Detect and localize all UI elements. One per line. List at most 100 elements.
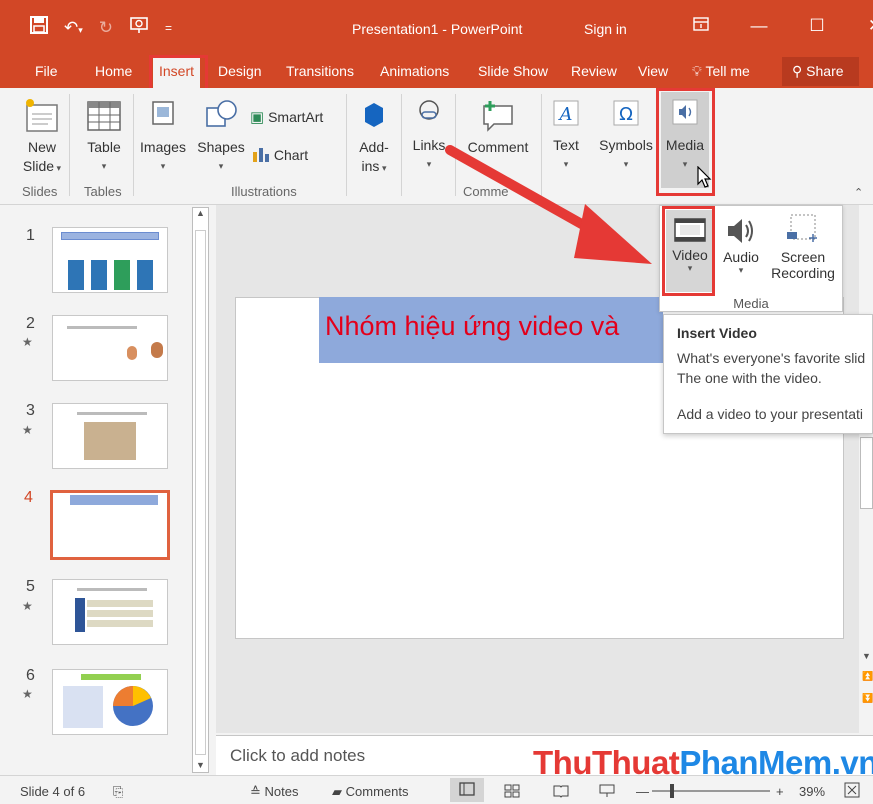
slide-number: 1 xyxy=(26,227,35,244)
zoom-slider-thumb[interactable] xyxy=(670,784,674,798)
minimize-icon[interactable]: — xyxy=(730,16,788,36)
title-bar: ↶▾ ↻ = Presentation1 - PowerPoint Sign i… xyxy=(0,0,873,55)
slide-thumbnail-6[interactable] xyxy=(52,669,168,735)
next-slide-icon[interactable]: ⏬ xyxy=(862,693,873,704)
maximize-icon[interactable]: ☐ xyxy=(788,16,846,36)
close-icon[interactable]: ✕ xyxy=(846,16,873,36)
scroll-up-icon[interactable]: ▲ xyxy=(193,208,208,218)
spell-check-icon[interactable]: ⎘ xyxy=(113,784,123,800)
chart-label: Chart xyxy=(273,147,309,163)
editor-scroll-thumb[interactable] xyxy=(860,437,873,509)
slide-counter: Slide 4 of 6 xyxy=(20,784,86,799)
slide-thumbnail-2[interactable] xyxy=(52,315,168,381)
share-button[interactable]: ⚲ Share xyxy=(782,57,859,86)
new-slide-icon xyxy=(26,99,58,132)
smartart-icon: ▣ xyxy=(250,109,265,126)
insert-audio-button[interactable]: Audio ▾ xyxy=(718,216,764,276)
slide-thumbnail-5[interactable] xyxy=(52,579,168,645)
editor-scrollbar[interactable]: ▼ ⏫ ⏬ xyxy=(860,205,873,733)
slide-thumbnail-panel: 1 2 ★ 3 ★ 4 5 ★ 6 ★ xyxy=(0,205,213,775)
quick-access-toolbar: ↶▾ ↻ = xyxy=(30,16,172,39)
new-slide-label-2: Slide xyxy=(22,158,55,174)
chevron-down-icon: ▾ xyxy=(738,265,744,275)
slide-thumbnail-1[interactable] xyxy=(52,227,168,293)
smartart-button[interactable]: ▣ SmartArt xyxy=(250,108,323,127)
zoom-level[interactable]: 39% xyxy=(799,784,825,799)
comment-icon: ▰ xyxy=(332,784,342,799)
addins-button[interactable]: Add- ins ▾ xyxy=(352,98,396,178)
slide-title-textbox[interactable]: Nhóm hiệu ứng video và xyxy=(319,297,663,363)
svg-text:Ω: Ω xyxy=(619,104,633,125)
slide-thumbnail-4[interactable] xyxy=(50,490,170,560)
group-label-tables: Tables xyxy=(84,184,122,199)
chart-button[interactable]: Chart xyxy=(252,146,308,165)
sign-in-link[interactable]: Sign in xyxy=(584,21,627,37)
scroll-down-icon[interactable]: ▼ xyxy=(862,651,871,661)
save-icon[interactable] xyxy=(30,16,48,39)
images-icon xyxy=(152,101,174,125)
images-button[interactable]: Images ▾ xyxy=(138,98,188,176)
zoom-in-icon[interactable]: + xyxy=(776,784,784,799)
insert-video-tooltip: Insert Video What's everyone's favorite … xyxy=(663,314,873,434)
table-button[interactable]: Table ▾ xyxy=(84,98,124,176)
chevron-down-icon: ▾ xyxy=(218,161,224,171)
slideshow-icon[interactable] xyxy=(599,784,615,801)
watermark-part: Thu xyxy=(533,744,592,781)
tab-design[interactable]: Design xyxy=(218,63,262,79)
scroll-down-icon[interactable]: ▼ xyxy=(193,760,208,770)
previous-slide-icon[interactable]: ⏫ xyxy=(862,671,873,682)
link-icon xyxy=(419,100,439,120)
ribbon-tabs: File Home Insert Design Transitions Anim… xyxy=(0,55,873,91)
slide-number: 5 xyxy=(26,578,35,595)
collapse-ribbon-icon[interactable]: ⌃ xyxy=(854,186,863,199)
customize-qat-icon[interactable]: = xyxy=(165,21,172,35)
thumbnail-scrollbar[interactable]: ▲ ▼ xyxy=(192,207,209,773)
tab-slide-show[interactable]: Slide Show xyxy=(478,63,548,79)
screen-recording-label-2: Recording xyxy=(771,265,835,281)
tab-home[interactable]: Home xyxy=(95,63,132,79)
slide-sorter-icon[interactable] xyxy=(504,784,520,801)
slide-thumbnail-3[interactable] xyxy=(52,403,168,469)
slide-number: 2 xyxy=(26,315,35,332)
fit-to-window-icon[interactable] xyxy=(844,782,860,801)
comment-icon xyxy=(483,101,513,132)
normal-view-button[interactable] xyxy=(450,778,484,802)
smartart-label: SmartArt xyxy=(268,109,324,125)
zoom-out-icon[interactable]: — xyxy=(636,784,649,799)
red-arrow-annotation xyxy=(445,145,652,264)
screen-recording-button[interactable]: Screen Recording xyxy=(765,212,841,281)
ribbon-display-options-icon[interactable] xyxy=(672,16,730,36)
group-separator xyxy=(401,94,402,196)
redo-icon[interactable]: ↻ xyxy=(99,18,113,38)
present-from-beginning-icon[interactable] xyxy=(129,16,149,39)
group-label-illustrations: Illustrations xyxy=(231,184,297,199)
tab-review[interactable]: Review xyxy=(571,63,617,79)
scroll-thumb[interactable] xyxy=(195,230,206,755)
tooltip-line-3: Add a video to your presentati xyxy=(677,406,864,422)
comments-label: Comments xyxy=(345,784,409,799)
reading-view-icon[interactable] xyxy=(553,784,569,801)
comments-toggle[interactable]: ▰ Comments xyxy=(332,784,408,800)
addins-label-1: Add- xyxy=(359,139,389,155)
shapes-button[interactable]: Shapes ▾ xyxy=(196,98,246,176)
new-slide-button[interactable]: New Slide ▾ xyxy=(22,98,62,178)
table-icon xyxy=(87,101,121,131)
animation-star-icon: ★ xyxy=(22,335,33,349)
tab-transitions[interactable]: Transitions xyxy=(286,63,354,79)
undo-icon[interactable]: ↶▾ xyxy=(64,18,83,38)
notes-icon: ≙ xyxy=(250,784,261,799)
slide-number: 3 xyxy=(26,402,35,419)
tab-file[interactable]: File xyxy=(35,63,58,79)
tell-me-box[interactable]: 💡︎ Tell me xyxy=(692,63,750,80)
tab-view[interactable]: View xyxy=(638,63,668,79)
watermark-part: Mem xyxy=(758,744,832,781)
table-label: Table xyxy=(87,139,121,155)
notes-toggle[interactable]: ≙ Notes xyxy=(250,784,299,800)
group-separator xyxy=(69,94,70,196)
normal-view-icon xyxy=(459,782,475,796)
tab-animations[interactable]: Animations xyxy=(380,63,449,79)
group-label-slides: Slides xyxy=(22,184,58,199)
text-icon: A xyxy=(553,100,579,126)
chart-icon xyxy=(253,148,269,162)
window-title: Presentation1 - PowerPoint xyxy=(352,21,523,37)
